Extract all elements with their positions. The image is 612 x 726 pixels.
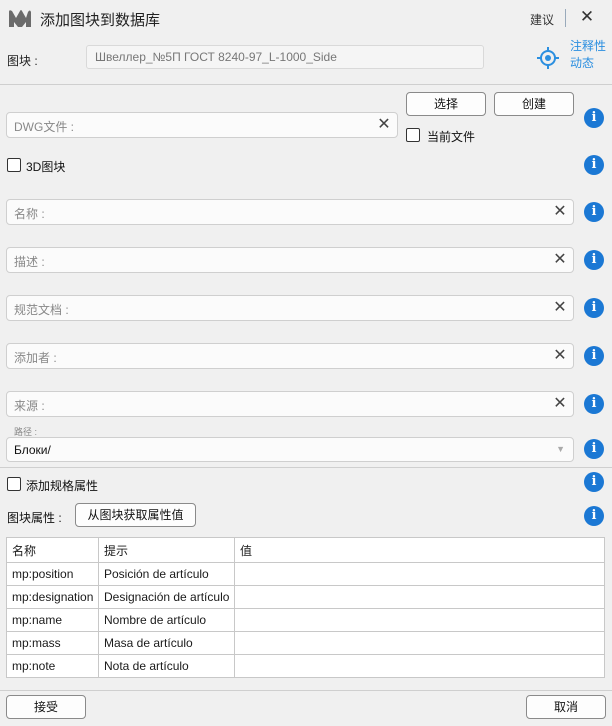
- table-row[interactable]: mp:designation Designación de artículo: [6, 585, 605, 609]
- column-header-prompt[interactable]: 提示: [98, 537, 235, 563]
- clear-icon[interactable]: ✕: [551, 202, 569, 222]
- source-field[interactable]: 来源 : ✕: [6, 391, 574, 417]
- info-icon[interactable]: i: [584, 346, 604, 366]
- dwg-file-field[interactable]: DWG文件 : ✕: [6, 112, 398, 138]
- source-placeholder: 来源 :: [14, 399, 45, 413]
- attr-value-cell[interactable]: [234, 562, 605, 586]
- info-icon[interactable]: i: [584, 394, 604, 414]
- block-attributes-label: 图块属性 :: [7, 511, 62, 525]
- attr-value-cell[interactable]: [234, 585, 605, 609]
- chevron-down-icon[interactable]: ▼: [556, 444, 565, 454]
- title-divider: [565, 9, 566, 27]
- normative-doc-placeholder: 规范文档 :: [14, 303, 69, 317]
- name-field[interactable]: 名称 : ✕: [6, 199, 574, 225]
- dwg-file-placeholder: DWG文件 :: [14, 120, 74, 134]
- description-placeholder: 描述 :: [14, 255, 45, 269]
- table-row[interactable]: mp:mass Masa de artículo: [6, 631, 605, 655]
- annotative-label: 注释性: [570, 39, 607, 53]
- info-icon[interactable]: i: [584, 250, 604, 270]
- select-button[interactable]: 选择: [406, 92, 486, 116]
- block3d-checkbox[interactable]: [7, 158, 21, 172]
- attr-prompt-cell: Designación de artículo: [98, 585, 235, 609]
- accept-button[interactable]: 接受: [6, 695, 86, 719]
- table-row[interactable]: mp:note Nota de artículo: [6, 654, 605, 678]
- attr-value-cell[interactable]: [234, 608, 605, 632]
- table-header-row: 名称 提示 值: [6, 537, 605, 563]
- attr-name-cell: mp:name: [6, 608, 99, 632]
- info-icon[interactable]: i: [584, 155, 604, 175]
- info-icon[interactable]: i: [584, 202, 604, 222]
- add-spec-label: 添加规格属性: [26, 479, 99, 493]
- annotation-status: 注释性 动态: [570, 38, 610, 72]
- path-select[interactable]: Блоки/ ▼: [6, 437, 574, 462]
- attr-name-cell: mp:designation: [6, 585, 99, 609]
- added-by-field[interactable]: 添加者 : ✕: [6, 343, 574, 369]
- suggest-link[interactable]: 建议: [530, 11, 554, 28]
- attr-prompt-cell: Nota de artículo: [98, 654, 235, 678]
- attr-name-cell: mp:position: [6, 562, 99, 586]
- clear-icon[interactable]: ✕: [551, 394, 569, 414]
- clear-icon[interactable]: ✕: [551, 346, 569, 366]
- current-file-checkbox[interactable]: [406, 128, 420, 142]
- section-divider: [0, 84, 612, 85]
- attr-value-cell[interactable]: [234, 631, 605, 655]
- attr-name-cell: mp:mass: [6, 631, 99, 655]
- create-button[interactable]: 创建: [494, 92, 574, 116]
- clear-icon[interactable]: ✕: [551, 298, 569, 318]
- info-icon[interactable]: i: [584, 298, 604, 318]
- name-placeholder: 名称 :: [14, 207, 45, 221]
- info-icon[interactable]: i: [584, 108, 604, 128]
- info-icon[interactable]: i: [584, 472, 604, 492]
- block3d-label: 3D图块: [26, 160, 66, 174]
- current-file-label: 当前文件: [427, 130, 476, 144]
- added-by-placeholder: 添加者 :: [14, 351, 57, 365]
- column-header-name[interactable]: 名称: [6, 537, 99, 563]
- attr-prompt-cell: Posición de artículo: [98, 562, 235, 586]
- attr-name-cell: mp:note: [6, 654, 99, 678]
- section-divider: [0, 467, 612, 468]
- dynamic-label: 动态: [570, 56, 595, 70]
- table-row[interactable]: mp:position Posición de artículo: [6, 562, 605, 586]
- attributes-table: 名称 提示 值 mp:position Posición de artículo…: [6, 537, 605, 678]
- description-field[interactable]: 描述 : ✕: [6, 247, 574, 273]
- block-name-field: Швеллер_№5П ГОСТ 8240-97_L-1000_Side: [86, 45, 484, 69]
- clear-icon[interactable]: ✕: [375, 115, 393, 135]
- path-value: Блоки/: [14, 443, 51, 457]
- app-logo-icon: [9, 10, 31, 27]
- clear-icon[interactable]: ✕: [551, 250, 569, 270]
- table-row[interactable]: mp:name Nombre de artículo: [6, 608, 605, 632]
- block-label: 图块 :: [7, 54, 38, 68]
- column-header-value[interactable]: 值: [234, 537, 605, 563]
- info-icon[interactable]: i: [584, 506, 604, 526]
- get-attributes-button[interactable]: 从图块获取属性值: [75, 503, 196, 527]
- close-icon[interactable]: ✕: [578, 8, 596, 26]
- attr-prompt-cell: Masa de artículo: [98, 631, 235, 655]
- normative-doc-field[interactable]: 规范文档 : ✕: [6, 295, 574, 321]
- footer-divider: [0, 690, 612, 691]
- target-icon[interactable]: [536, 46, 560, 70]
- attr-prompt-cell: Nombre de artículo: [98, 608, 235, 632]
- attr-value-cell[interactable]: [234, 654, 605, 678]
- add-spec-checkbox[interactable]: [7, 477, 21, 491]
- cancel-button[interactable]: 取消: [526, 695, 606, 719]
- window-title: 添加图块到数据库: [40, 12, 161, 29]
- info-icon[interactable]: i: [584, 439, 604, 459]
